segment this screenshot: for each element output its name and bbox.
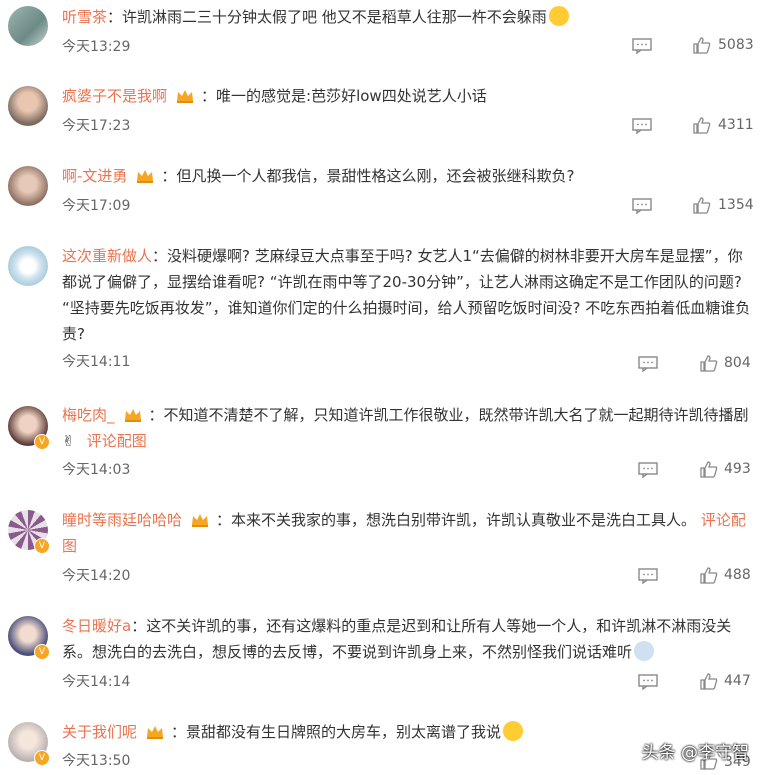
username-link[interactable]: 疯婆子不是我啊 xyxy=(62,87,167,105)
username-link[interactable]: 梅吃肉_ xyxy=(62,406,115,424)
separator: ： xyxy=(148,406,164,424)
like-count: 1354 xyxy=(718,197,754,213)
comment-text: 瞳时等雨廷哈哈哈 ：本来不关我家的事，想洗白别带许凯，许凯认真敬业不是洗白工具人。… xyxy=(62,507,752,559)
comment-text: 啊-文进勇 ：但凡换一个人都我信，景甜性格这么刚，还会被张继科欺负? xyxy=(62,163,752,189)
comment-time: 今天13:29 xyxy=(62,39,131,55)
crown-badge-icon xyxy=(177,90,194,103)
scared-emoji-icon xyxy=(634,641,655,661)
comment-content: 本来不关我家的事，想洗白别带许凯，许凯认真敬业不是洗白工具人。 xyxy=(231,511,697,529)
crown-badge-icon xyxy=(147,726,164,739)
username-link[interactable]: 听雪茶 xyxy=(62,8,107,26)
crown-badge-icon xyxy=(137,170,154,183)
reply-icon[interactable] xyxy=(638,568,658,584)
username-link[interactable]: 这次重新做人 xyxy=(62,247,152,265)
like-count: 5083 xyxy=(718,37,754,53)
avatar[interactable] xyxy=(8,86,48,126)
separator: ： xyxy=(201,87,217,105)
username-link[interactable]: 冬日暖好a xyxy=(62,617,131,635)
comment-text: 疯婆子不是我啊 ：唯一的感觉是:芭莎好low四处说艺人小话 xyxy=(62,83,752,109)
comment-content: 但凡换一个人都我信，景甜性格这么刚，还会被张继科欺负? xyxy=(176,167,575,185)
thumbs-up-icon[interactable] xyxy=(700,673,718,690)
verified-badge-icon: V xyxy=(34,434,50,450)
comment-text: 梅吃肉_ ：不知道不清楚不了解，只知道许凯工作很敬业，既然带许凯大名了就一起期待许… xyxy=(62,402,752,454)
thumbs-up-icon[interactable] xyxy=(693,117,711,134)
smile-emoji-icon xyxy=(503,721,524,741)
thumbs-up-icon[interactable] xyxy=(693,197,711,214)
avatar[interactable] xyxy=(8,246,48,286)
comment-text: 听雪茶：许凯淋雨二三十分钟太假了吧 他又不是稻草人往那一杵不会躲雨 xyxy=(62,4,752,30)
comment-time: 今天17:09 xyxy=(62,198,131,214)
thumbs-up-icon[interactable] xyxy=(700,355,718,372)
comment-content: 许凯淋雨二三十分钟太假了吧 他又不是稻草人往那一杵不会躲雨 xyxy=(122,8,547,26)
victory-hand-emoji-icon: ✌ xyxy=(62,432,75,450)
watermark: 头条 @李守智 xyxy=(641,743,749,763)
like-count: 488 xyxy=(724,567,751,583)
like-count: 4311 xyxy=(718,117,754,133)
laughing-emoji-icon xyxy=(548,6,569,26)
comment-content: 唯一的感觉是:芭莎好low四处说艺人小话 xyxy=(216,87,487,105)
separator: ： xyxy=(161,167,177,185)
separator: ： xyxy=(216,511,232,529)
comment-time: 今天14:14 xyxy=(62,674,131,690)
verified-badge-icon: V xyxy=(34,538,50,554)
comment-time: 今天14:03 xyxy=(62,462,131,478)
verified-badge-icon: V xyxy=(34,750,50,766)
avatar[interactable] xyxy=(8,166,48,206)
thumbs-up-icon[interactable] xyxy=(700,461,718,478)
comment-content: 景甜都没有生日牌照的大房车，别太离谱了我说 xyxy=(186,723,502,741)
separator: ： xyxy=(152,247,168,265)
comment-text: 这次重新做人：没料硬爆啊? 芝麻绿豆大点事至于吗? 女艺人1“去偏僻的树林非要开… xyxy=(62,243,752,347)
reply-icon[interactable] xyxy=(638,462,658,478)
like-count: 804 xyxy=(724,355,751,371)
separator: ： xyxy=(131,617,147,635)
username-link[interactable]: 关于我们呢 xyxy=(62,723,137,741)
like-count: 493 xyxy=(724,461,751,477)
comment-content: 这不关许凯的事，还有这爆料的重点是迟到和让所有人等她一个人，和许凯淋不淋雨没关系… xyxy=(62,617,732,661)
reply-icon[interactable] xyxy=(638,674,658,690)
reply-icon[interactable] xyxy=(632,38,652,54)
reply-icon[interactable] xyxy=(632,118,652,134)
separator: ： xyxy=(107,8,123,26)
avatar[interactable] xyxy=(8,6,48,46)
comment-time: 今天17:23 xyxy=(62,118,131,134)
comment-time: 今天13:50 xyxy=(62,753,131,769)
crown-badge-icon xyxy=(124,409,141,422)
separator: ： xyxy=(171,723,187,741)
verified-badge-icon: V xyxy=(34,644,50,660)
username-link[interactable]: 瞳时等雨廷哈哈哈 xyxy=(62,511,182,529)
reply-icon[interactable] xyxy=(632,198,652,214)
comment-content: 不知道不清楚不了解，只知道许凯工作很敬业，既然带许凯大名了就一起期待许凯待播剧 xyxy=(163,406,749,424)
username-link[interactable]: 啊-文进勇 xyxy=(62,167,127,185)
like-count: 447 xyxy=(724,673,751,689)
comment-text: 冬日暖好a：这不关许凯的事，还有这爆料的重点是迟到和让所有人等她一个人，和许凯淋… xyxy=(62,613,752,665)
thumbs-up-icon[interactable] xyxy=(700,567,718,584)
image-link[interactable]: 评论配图 xyxy=(87,432,147,450)
comment-time: 今天14:20 xyxy=(62,568,131,584)
comment-time: 今天14:11 xyxy=(62,354,131,370)
reply-icon[interactable] xyxy=(638,356,658,372)
crown-badge-icon xyxy=(192,514,209,527)
thumbs-up-icon[interactable] xyxy=(693,37,711,54)
